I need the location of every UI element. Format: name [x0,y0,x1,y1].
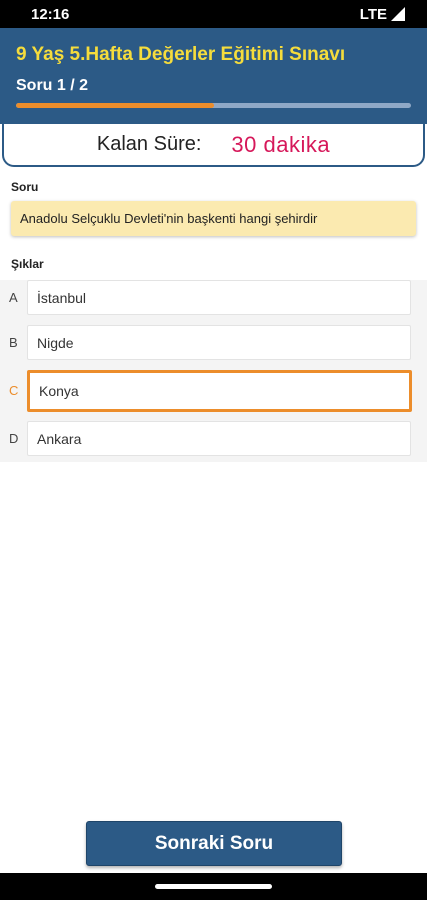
question-counter: Soru 1 / 2 [16,77,89,94]
timer-card: Kalan Süre: 30 dakika [2,124,425,167]
status-bar: 12:16 LTE [0,0,427,28]
option-a[interactable]: A İstanbul [0,280,427,315]
home-indicator[interactable] [155,884,272,889]
option-letter: C [9,383,19,398]
timer-value: 30 dakika [231,131,331,157]
status-indicators: LTE [360,6,405,23]
exam-title: 9 Yaş 5.Hafta Değerler Eğitimi Sınavı [16,44,346,65]
option-letter: D [9,431,19,446]
options-section-label: Şıklar [11,257,44,271]
status-time: 12:16 [31,5,70,23]
progress-bar [16,103,411,108]
option-text: Konya [39,383,79,399]
option-button[interactable]: Konya [27,370,412,412]
options-list: A İstanbul B Nigde C Konya D Ankara [0,280,427,462]
option-c[interactable]: C Konya [0,370,427,412]
navigation-bar [0,873,427,900]
signal-icon [391,7,405,21]
network-type: LTE [359,5,387,23]
option-b[interactable]: B Nigde [0,325,427,360]
option-letter: B [9,335,18,350]
next-question-button[interactable]: Sonraki Soru [86,821,342,866]
progress-fill [16,103,214,108]
option-button[interactable]: İstanbul [27,280,411,315]
option-button[interactable]: Nigde [27,325,411,360]
exam-header: 9 Yaş 5.Hafta Değerler Eğitimi Sınavı So… [0,28,427,124]
option-text: Nigde [37,334,74,351]
question-section-label: Soru [11,180,39,194]
question-text-box: Anadolu Selçuklu Devleti'nin başkenti ha… [11,201,416,236]
option-text: Ankara [37,430,82,447]
option-text: İstanbul [37,289,87,306]
option-button[interactable]: Ankara [27,421,411,456]
question-text: Anadolu Selçuklu Devleti'nin başkenti ha… [20,211,318,226]
option-d[interactable]: D Ankara [0,421,427,456]
option-letter: A [9,290,18,305]
timer-label: Kalan Süre: [96,133,202,155]
